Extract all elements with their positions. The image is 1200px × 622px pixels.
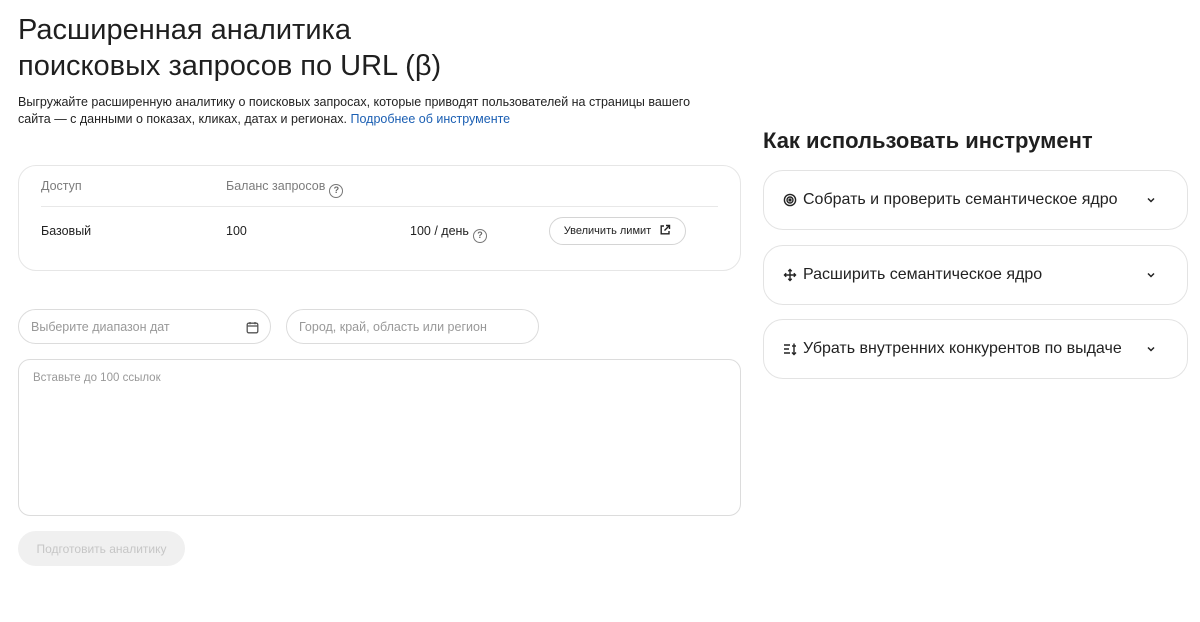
accordion-label: Расширить семантическое ядро [803,266,1043,283]
page-description: Выгружайте расширенную аналитику о поиск… [18,94,718,128]
accordion-remove-competitors[interactable]: Убрать внутренних конкурентов по выдаче [763,319,1188,379]
links-textarea[interactable]: Вставьте до 100 ссылок [18,359,741,516]
region-placeholder: Город, край, область или регион [299,319,487,334]
target-icon [782,192,798,208]
page-title: Расширенная аналитика поисковых запросов… [18,12,718,84]
chevron-down-icon [1145,268,1157,286]
page-title-line-1: Расширенная аналитика [18,14,351,46]
balance-value: 100 [226,224,247,238]
help-icon[interactable]: ? [472,229,487,243]
external-link-icon [659,224,671,239]
prepare-analytics-button[interactable]: Подготовить аналитику [18,531,185,566]
links-placeholder: Вставьте до 100 ссылок [33,372,161,384]
help-icon[interactable]: ? [329,184,344,198]
how-to-use-title: Как использовать инструмент [763,128,1093,153]
balance-header: Баланс запросов? [226,179,344,198]
sort-list-icon [782,341,798,357]
page-title-line-2: поисковых запросов по URL (β) [18,50,442,82]
accordion-collect-semantic-core[interactable]: Собрать и проверить семантическое ядро [763,170,1188,230]
access-header: Доступ [41,179,82,193]
region-input[interactable]: Город, край, область или регион [286,309,539,344]
access-level: Базовый [41,224,92,238]
accordion-expand-semantic-core[interactable]: Расширить семантическое ядро [763,245,1188,305]
chevron-down-icon [1145,193,1157,211]
balance-header-label: Баланс запросов [226,179,326,193]
increase-limit-button[interactable]: Увеличить лимит [549,217,686,245]
card-divider [41,206,718,207]
expand-arrows-icon [782,267,798,283]
daily-limit-value: 100 / день [410,224,469,238]
more-info-link[interactable]: Подробнее об инструменте [350,112,510,126]
chevron-down-icon [1145,342,1157,360]
calendar-icon[interactable] [246,321,259,337]
date-range-input[interactable]: Выберите диапазон дат [18,309,271,344]
date-range-placeholder: Выберите диапазон дат [31,319,170,334]
accordion-label: Собрать и проверить семантическое ядро [803,191,1118,208]
accordion-label: Убрать внутренних конкурентов по выдаче [803,340,1122,357]
daily-limit: 100 / день? [410,224,487,243]
increase-limit-label: Увеличить лимит [563,225,652,237]
access-card: Доступ Баланс запросов? Базовый 100 100 … [18,165,741,271]
